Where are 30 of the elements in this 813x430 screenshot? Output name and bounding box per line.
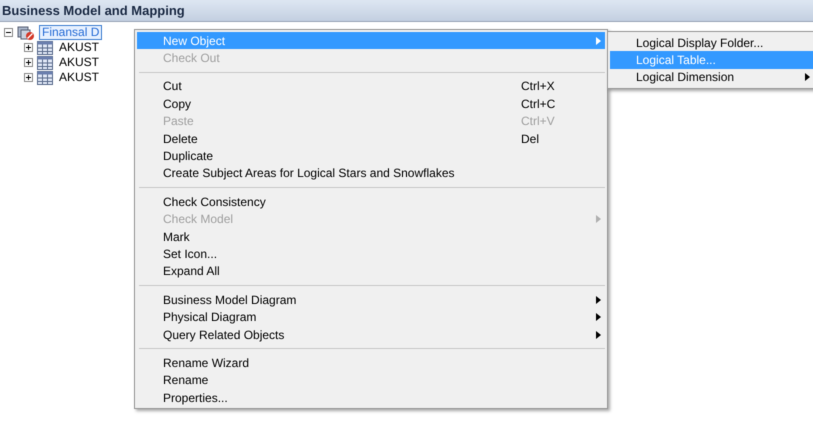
- menu-item[interactable]: Duplicate: [137, 147, 605, 165]
- menu-item[interactable]: Delete Del: [137, 130, 605, 148]
- menu-item[interactable]: Check Consistency: [137, 193, 605, 211]
- menu-item[interactable]: Rename: [137, 372, 605, 390]
- model-icon: [17, 24, 35, 40]
- tree-item[interactable]: AKUST: [57, 71, 102, 84]
- menu-item[interactable]: Set Icon...: [137, 245, 605, 263]
- menu-item[interactable]: Logical Display Folder...: [610, 34, 813, 52]
- panel-title: Business Model and Mapping: [2, 2, 185, 20]
- menu-item[interactable]: Expand All: [137, 262, 605, 280]
- menu-item[interactable]: Physical Diagram: [137, 308, 605, 326]
- menu-item[interactable]: Rename Wizard: [137, 354, 605, 372]
- tree-item[interactable]: AKUST: [57, 56, 102, 69]
- table-icon: [37, 70, 53, 84]
- collapse-icon[interactable]: [4, 28, 13, 37]
- menu-item[interactable]: Logical Dimension: [610, 68, 813, 86]
- menu-item[interactable]: Create Subject Areas for Logical Stars and Snowflakes: [137, 164, 605, 182]
- menu-item[interactable]: Business Model Diagram: [137, 291, 605, 308]
- table-icon: [37, 56, 53, 70]
- table-icon: [37, 40, 53, 54]
- expand-icon[interactable]: [24, 73, 33, 82]
- expand-icon[interactable]: [24, 58, 33, 67]
- expand-icon[interactable]: [24, 43, 33, 52]
- menu-item[interactable]: Cut Ctrl+X: [137, 78, 605, 96]
- menu-item[interactable]: Query Related Objects: [137, 326, 605, 344]
- menu-item[interactable]: Properties...: [137, 389, 605, 406]
- menu-item[interactable]: Mark: [137, 228, 605, 246]
- tree-item[interactable]: Finansal D: [39, 25, 102, 40]
- menu-item[interactable]: Copy Ctrl+C: [137, 95, 605, 113]
- tree-item[interactable]: AKUST: [57, 41, 102, 54]
